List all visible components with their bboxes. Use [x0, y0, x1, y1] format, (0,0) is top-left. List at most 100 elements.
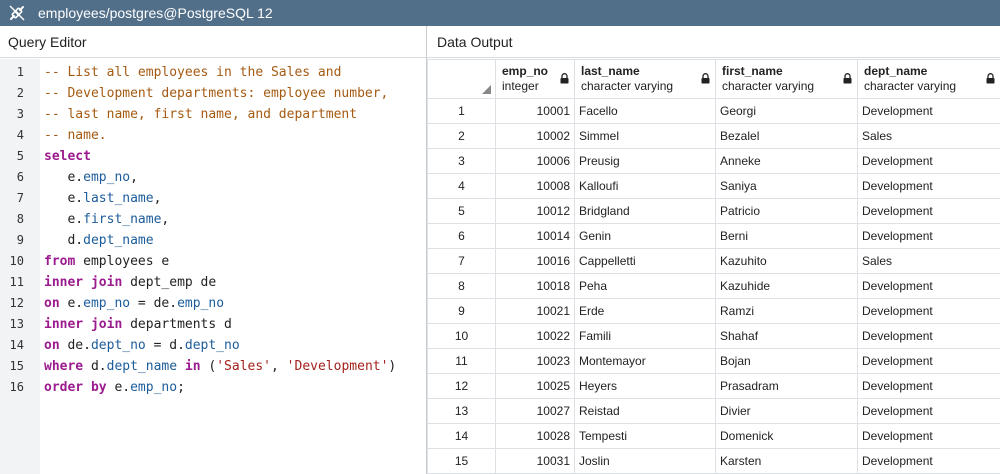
row-number-cell[interactable]: 8 — [427, 273, 496, 299]
cell-last-name[interactable]: Simmel — [574, 123, 716, 149]
cell-dept-name[interactable]: Development — [857, 98, 1000, 124]
cell-emp-no[interactable]: 10023 — [495, 348, 575, 374]
row-number-cell[interactable]: 3 — [427, 148, 496, 174]
connection-plug-icon[interactable] — [0, 0, 34, 26]
cell-dept-name[interactable]: Development — [857, 298, 1000, 324]
cell-first-name[interactable]: Bezalel — [715, 123, 858, 149]
cell-last-name[interactable]: Facello — [574, 98, 716, 124]
cell-emp-no[interactable]: 10028 — [495, 423, 575, 449]
cell-last-name[interactable]: Bridgland — [574, 198, 716, 224]
cell-emp-no[interactable]: 10014 — [495, 223, 575, 249]
table-row[interactable]: 10 10022 Famili Shahaf Development — [427, 323, 1000, 349]
cell-first-name[interactable]: Karsten — [715, 448, 858, 474]
table-row[interactable]: 2 10002 Simmel Bezalel Sales — [427, 123, 1000, 149]
cell-last-name[interactable]: Erde — [574, 298, 716, 324]
cell-dept-name[interactable]: Development — [857, 423, 1000, 449]
row-number-cell[interactable]: 6 — [427, 223, 496, 249]
cell-dept-name[interactable]: Development — [857, 348, 1000, 374]
code-line[interactable]: d.dept_name — [44, 230, 153, 251]
cell-first-name[interactable]: Bojan — [715, 348, 858, 374]
cell-emp-no[interactable]: 10022 — [495, 323, 575, 349]
table-row[interactable]: 13 10027 Reistad Divier Development — [427, 398, 1000, 424]
cell-dept-name[interactable]: Development — [857, 198, 1000, 224]
cell-emp-no[interactable]: 10001 — [495, 98, 575, 124]
cell-first-name[interactable]: Kazuhide — [715, 273, 858, 299]
code-line[interactable]: on e.emp_no = de.emp_no — [44, 293, 224, 314]
code-line[interactable]: e.first_name, — [44, 209, 169, 230]
cell-last-name[interactable]: Famili — [574, 323, 716, 349]
cell-emp-no[interactable]: 10006 — [495, 148, 575, 174]
row-number-cell[interactable]: 7 — [427, 248, 496, 274]
row-number-cell[interactable]: 14 — [427, 423, 496, 449]
table-row[interactable]: 14 10028 Tempesti Domenick Development — [427, 423, 1000, 449]
cell-emp-no[interactable]: 10031 — [495, 448, 575, 474]
cell-emp-no[interactable]: 10012 — [495, 198, 575, 224]
table-row[interactable]: 8 10018 Peha Kazuhide Development — [427, 273, 1000, 299]
cell-dept-name[interactable]: Sales — [857, 248, 1000, 274]
cell-dept-name[interactable]: Sales — [857, 123, 1000, 149]
table-row[interactable]: 1 10001 Facello Georgi Development — [427, 98, 1000, 124]
column-header-emp-no[interactable]: emp_no integer — [495, 59, 575, 99]
cell-last-name[interactable]: Montemayor — [574, 348, 716, 374]
code-line[interactable]: -- name. — [44, 125, 107, 146]
row-number-cell[interactable]: 11 — [427, 348, 496, 374]
code-line[interactable]: on de.dept_no = d.dept_no — [44, 335, 240, 356]
cell-first-name[interactable]: Domenick — [715, 423, 858, 449]
grid-corner-cell[interactable] — [427, 59, 496, 99]
cell-emp-no[interactable]: 10021 — [495, 298, 575, 324]
table-row[interactable]: 9 10021 Erde Ramzi Development — [427, 298, 1000, 324]
data-output-grid[interactable]: emp_no integer last_name character varying f… — [427, 59, 1000, 474]
code-line[interactable]: inner join dept_emp de — [44, 272, 216, 293]
cell-emp-no[interactable]: 10002 — [495, 123, 575, 149]
cell-emp-no[interactable]: 10008 — [495, 173, 575, 199]
cell-dept-name[interactable]: Development — [857, 448, 1000, 474]
table-row[interactable]: 5 10012 Bridgland Patricio Development — [427, 198, 1000, 224]
code-line[interactable]: -- List all employees in the Sales and — [44, 62, 341, 83]
cell-emp-no[interactable]: 10018 — [495, 273, 575, 299]
cell-first-name[interactable]: Shahaf — [715, 323, 858, 349]
code-line[interactable]: where d.dept_name in ('Sales', 'Developm… — [44, 356, 396, 377]
column-header-dept-name[interactable]: dept_name character varying — [857, 59, 1000, 99]
row-number-cell[interactable]: 1 — [427, 98, 496, 124]
table-row[interactable]: 11 10023 Montemayor Bojan Development — [427, 348, 1000, 374]
table-row[interactable]: 12 10025 Heyers Prasadram Development — [427, 373, 1000, 399]
cell-first-name[interactable]: Anneke — [715, 148, 858, 174]
cell-emp-no[interactable]: 10027 — [495, 398, 575, 424]
code-line[interactable]: -- Development departments: employee num… — [44, 83, 388, 104]
data-output-tab[interactable]: Data Output — [427, 26, 1000, 58]
sql-editor[interactable]: 1 2 3 4 5 6 7 8 9 10 11 12 13 14 15 16 -- List all empl… — [0, 59, 426, 474]
cell-last-name[interactable]: Cappelletti — [574, 248, 716, 274]
table-row[interactable]: 7 10016 Cappelletti Kazuhito Sales — [427, 248, 1000, 274]
row-number-cell[interactable]: 5 — [427, 198, 496, 224]
cell-dept-name[interactable]: Development — [857, 273, 1000, 299]
code-line[interactable]: e.emp_no, — [44, 167, 137, 188]
row-number-cell[interactable]: 13 — [427, 398, 496, 424]
cell-last-name[interactable]: Peha — [574, 273, 716, 299]
cell-first-name[interactable]: Georgi — [715, 98, 858, 124]
code-line[interactable]: inner join departments d — [44, 314, 232, 335]
table-row[interactable]: 15 10031 Joslin Karsten Development — [427, 448, 1000, 474]
cell-dept-name[interactable]: Development — [857, 173, 1000, 199]
query-editor-tab[interactable]: Query Editor — [0, 26, 426, 58]
cell-first-name[interactable]: Patricio — [715, 198, 858, 224]
cell-first-name[interactable]: Kazuhito — [715, 248, 858, 274]
cell-last-name[interactable]: Reistad — [574, 398, 716, 424]
cell-first-name[interactable]: Ramzi — [715, 298, 858, 324]
table-row[interactable]: 3 10006 Preusig Anneke Development — [427, 148, 1000, 174]
code-line[interactable]: select — [44, 146, 91, 167]
row-number-cell[interactable]: 12 — [427, 373, 496, 399]
cell-dept-name[interactable]: Development — [857, 148, 1000, 174]
cell-last-name[interactable]: Genin — [574, 223, 716, 249]
code-line[interactable]: e.last_name, — [44, 188, 161, 209]
table-row[interactable]: 4 10008 Kalloufi Saniya Development — [427, 173, 1000, 199]
row-number-cell[interactable]: 15 — [427, 448, 496, 474]
cell-last-name[interactable]: Heyers — [574, 373, 716, 399]
row-number-cell[interactable]: 10 — [427, 323, 496, 349]
row-number-cell[interactable]: 9 — [427, 298, 496, 324]
cell-first-name[interactable]: Prasadram — [715, 373, 858, 399]
cell-last-name[interactable]: Kalloufi — [574, 173, 716, 199]
cell-dept-name[interactable]: Development — [857, 223, 1000, 249]
cell-first-name[interactable]: Saniya — [715, 173, 858, 199]
cell-dept-name[interactable]: Development — [857, 373, 1000, 399]
code-line[interactable]: from employees e — [44, 251, 169, 272]
